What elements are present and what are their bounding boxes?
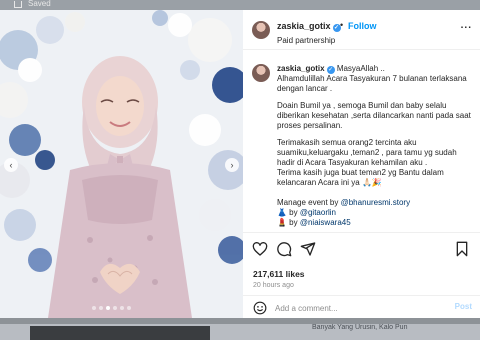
comment-icon[interactable]	[276, 241, 292, 257]
share-icon[interactable]	[300, 241, 316, 257]
carousel-dot	[99, 306, 103, 310]
post-photo[interactable]: ‹ ›	[0, 10, 243, 318]
caption-paragraph-2: Doain Bumil ya , semoga Bumil dan baby s…	[277, 101, 471, 130]
caption-text: zaskia_gotix ✓ MasyaAllah .. Alhamdulilla…	[277, 64, 473, 228]
comment-input[interactable]	[275, 302, 435, 314]
post-header: zaskia_gotix ✓ • Follow Paid partnership …	[243, 10, 480, 50]
follow-button[interactable]: Follow	[348, 21, 377, 31]
saved-icon	[14, 1, 22, 8]
caption-paragraph-3: Terimakasih semua orang2 tercinta aku su…	[277, 138, 457, 187]
likes-count[interactable]: 217,611 likes	[253, 269, 305, 279]
page-below-image	[30, 326, 210, 340]
avatar[interactable]	[252, 21, 270, 39]
emoji-icon[interactable]	[253, 301, 267, 315]
comment-row: Post	[243, 295, 480, 319]
photo-illustration	[0, 10, 243, 318]
post-author[interactable]: zaskia_gotix ✓	[277, 21, 341, 32]
browser-top-bar: Saved	[0, 0, 480, 10]
instagram-post: ‹ › zaskia_gotix ✓ • Follow Paid partners…	[0, 10, 480, 318]
carousel-dot	[120, 306, 124, 310]
page-below-text: Banyak Yang Urusin, Kalo Pun	[312, 324, 408, 331]
saved-label: Saved	[28, 0, 51, 8]
carousel-dots	[92, 306, 131, 310]
caption-username[interactable]: zaskia_gotix	[277, 64, 325, 73]
credit-label: 👗 by	[277, 208, 300, 217]
post-timestamp[interactable]: 20 hours ago	[253, 282, 294, 289]
post-actions: 217,611 likes 20 hours ago Post	[243, 232, 480, 318]
page-below-strip: Banyak Yang Urusin, Kalo Pun	[0, 318, 480, 340]
credit-label: 💄 by	[277, 218, 300, 227]
bookmark-icon[interactable]	[454, 241, 470, 257]
carousel-dot	[92, 306, 96, 310]
post-comment-button[interactable]: Post	[455, 302, 472, 311]
manage-label: Manage event by	[277, 198, 341, 207]
more-options-icon[interactable]: ...	[461, 20, 472, 31]
like-heart-icon[interactable]	[252, 241, 268, 257]
carousel-dot	[113, 306, 117, 310]
post-caption: zaskia_gotix ✓ MasyaAllah .. Alhamdulilla…	[243, 58, 480, 228]
mention-link[interactable]: @gitaorlin	[300, 208, 336, 217]
carousel-dot	[127, 306, 131, 310]
caption-verified-icon: ✓	[326, 66, 335, 74]
next-slide-button[interactable]: ›	[225, 158, 239, 172]
post-sidebar: zaskia_gotix ✓ • Follow Paid partnership …	[243, 10, 480, 318]
caption-avatar[interactable]	[252, 64, 270, 82]
mention-link[interactable]: @niaiswara45	[300, 218, 351, 227]
mention-link[interactable]: @bhanuresmi.story	[341, 198, 410, 207]
previous-slide-button[interactable]: ‹	[4, 158, 18, 172]
separator-dot: •	[340, 20, 344, 30]
paid-partnership-label[interactable]: Paid partnership	[277, 36, 335, 45]
carousel-dot	[106, 306, 110, 310]
